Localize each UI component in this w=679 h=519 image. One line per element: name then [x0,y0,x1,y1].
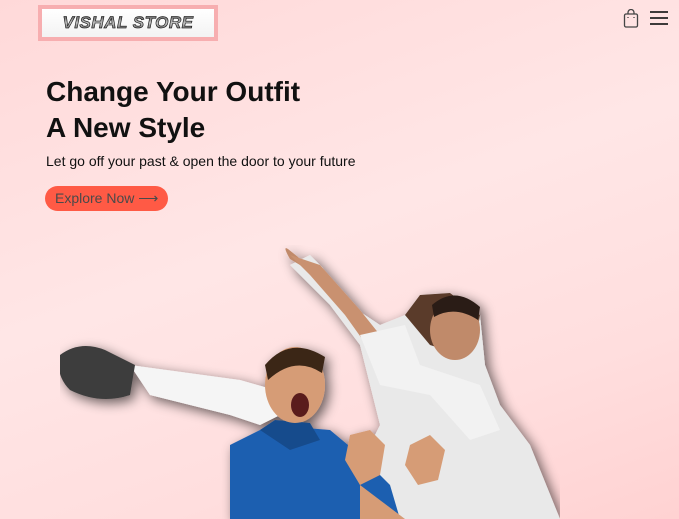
hamburger-menu-icon[interactable] [649,8,669,28]
hero-title-line2: A New Style [46,112,206,143]
hero-subtitle: Let go off your past & open the door to … [46,153,356,169]
hero-title-line1: Change Your Outfit [46,76,301,107]
shopping-bag-icon[interactable] [621,8,641,28]
header-actions [621,8,669,28]
logo-text: VISHAL STORE [62,13,194,33]
hero-title: Change Your Outfit A New Style [46,74,300,146]
hero-image [60,248,560,519]
explore-now-button[interactable]: Explore Now ⟶ [45,186,169,211]
brand-logo[interactable]: VISHAL STORE [38,5,218,41]
